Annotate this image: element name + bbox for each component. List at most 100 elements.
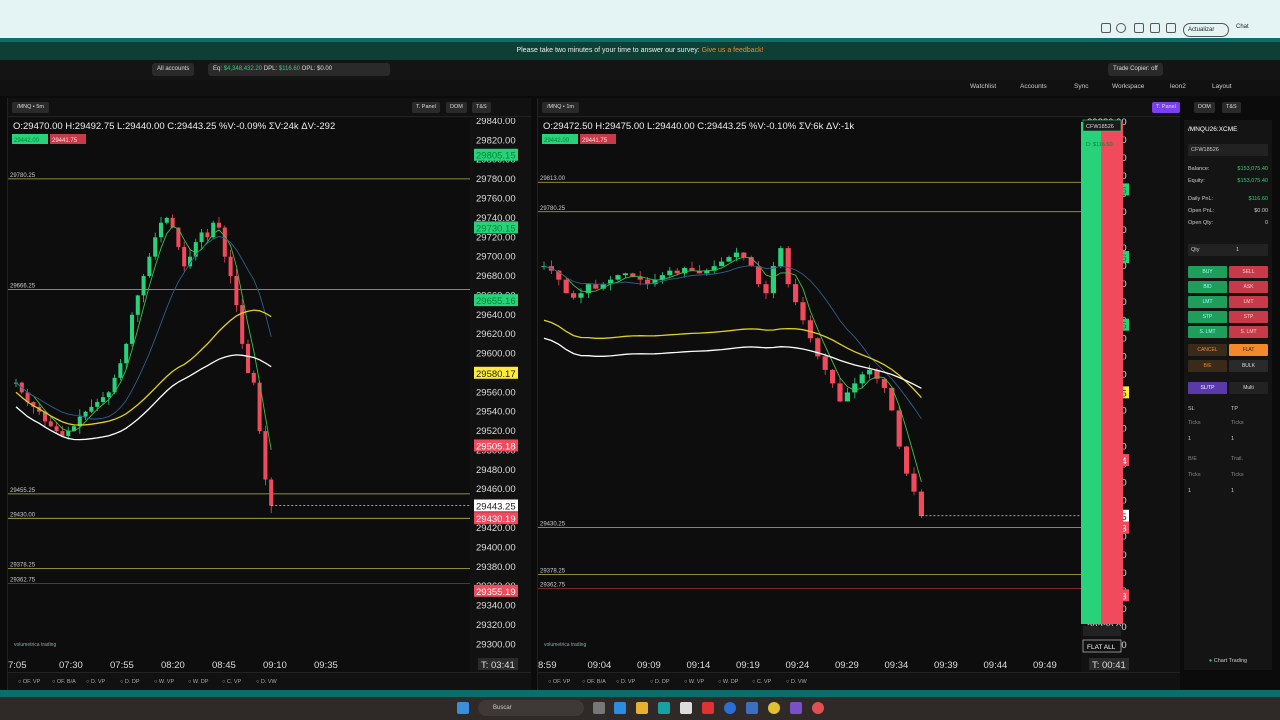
sync-button[interactable]: Sync — [1074, 83, 1088, 90]
bid-button[interactable]: BID — [1188, 281, 1227, 293]
study-toggle[interactable]: ○ D. DP — [650, 679, 670, 685]
buy-slmt-button[interactable]: S. LMT — [1188, 326, 1227, 338]
be-button[interactable]: B/E — [1188, 360, 1227, 372]
edge-icon[interactable] — [614, 702, 626, 714]
candle-body — [141, 276, 146, 296]
app-icon-red[interactable] — [702, 702, 714, 714]
chrome-icon[interactable] — [768, 702, 780, 714]
tpanel-button[interactable]: T. Panel — [1152, 102, 1180, 113]
app-icon-circle[interactable] — [812, 702, 824, 714]
task-view-icon[interactable] — [593, 702, 605, 714]
candle-body — [896, 410, 902, 447]
star-icon[interactable] — [1116, 23, 1126, 33]
accounts-button[interactable]: Accounts — [1020, 83, 1047, 90]
sl-tp-toggles: SL TP — [1188, 406, 1268, 412]
dpl-value: $116.60 — [278, 66, 300, 72]
windows-start-icon[interactable] — [457, 702, 469, 714]
buy-lmt-button[interactable]: LMT — [1188, 296, 1227, 308]
study-toggle[interactable]: ○ OF. VP — [18, 679, 40, 685]
qty-selector[interactable]: Qty 1 — [1188, 244, 1268, 256]
extension-icon[interactable] — [1134, 23, 1144, 33]
study-toggle[interactable]: ○ D. VW — [786, 679, 807, 685]
folder-icon[interactable] — [636, 702, 648, 714]
account-summary: Eq: $4,348,432.20 DPL: $116.60 OPL: $0.0… — [208, 63, 390, 76]
sell-stp-button[interactable]: STP — [1229, 311, 1268, 323]
reader-icon[interactable] — [1101, 23, 1111, 33]
ts-button[interactable]: T&S — [1222, 102, 1241, 113]
update-button[interactable]: Actualizar — [1183, 23, 1229, 37]
symbol-selector[interactable]: /MNQ • 5m — [12, 102, 49, 113]
buy-button[interactable]: BUY — [1188, 266, 1227, 278]
discord-icon[interactable] — [790, 702, 802, 714]
studies-bar: ○ OF. VP ○ OF. B/A ○ D. VP ○ D. DP ○ W. VP ○ … — [538, 672, 1180, 690]
edge-browser-icon[interactable] — [658, 702, 670, 714]
time-tick: 09:29 — [835, 660, 859, 671]
collections-icon[interactable] — [1166, 23, 1176, 33]
time-tick: 09:34 — [885, 660, 909, 671]
time-tick: 09:44 — [984, 660, 1008, 671]
candle-body — [726, 257, 732, 262]
study-toggle[interactable]: ○ D. VW — [256, 679, 277, 685]
multi-tab[interactable]: Multi — [1229, 382, 1268, 394]
chart-trading-toggle[interactable]: ● Chart Trading — [1188, 658, 1268, 664]
dom-button[interactable]: DOM — [1194, 102, 1215, 113]
candle-body — [904, 446, 910, 474]
ask-button[interactable]: ASK — [1229, 281, 1268, 293]
cancel-button[interactable]: CANCEL — [1188, 344, 1227, 356]
study-toggle[interactable]: ○ W. DP — [188, 679, 208, 685]
qty-value: 1 — [1236, 247, 1240, 253]
trade-copier[interactable]: Trade Copier: off — [1108, 63, 1163, 76]
tpanel-button[interactable]: T. Panel — [412, 102, 440, 113]
study-toggle[interactable]: ○ C. VP — [752, 679, 771, 685]
chat-button[interactable]: Chat — [1236, 24, 1249, 30]
ts-button[interactable]: T&S — [472, 102, 491, 113]
watchlist-button[interactable]: Watchlist — [970, 83, 996, 90]
dom-button[interactable]: DOM — [446, 102, 467, 113]
sltp-tab[interactable]: SL/TP — [1188, 382, 1227, 394]
price-chart[interactable]: 29813.00 29780.25 29430.25 29378.25 29362.75… — [538, 118, 1181, 672]
buy-stp-button[interactable]: STP — [1188, 311, 1227, 323]
study-toggle[interactable]: ○ OF. B/A — [582, 679, 606, 685]
help-icon[interactable] — [724, 702, 736, 714]
taskbar-search[interactable]: Buscar — [478, 700, 584, 716]
study-toggle[interactable]: ○ D. VP — [86, 679, 105, 685]
ticks-values[interactable]: 11 — [1188, 436, 1268, 442]
bid-tag: 29442.00 — [14, 138, 40, 144]
ticks-values-2[interactable]: 11 — [1188, 488, 1268, 494]
bulk-button[interactable]: BULK — [1229, 360, 1268, 372]
account-selector[interactable]: All accounts — [152, 63, 195, 76]
store-icon[interactable] — [680, 702, 692, 714]
price-chart[interactable]: 29780.25 29666.25 29455.25 29430.00 29378.25… — [8, 118, 532, 672]
study-toggle[interactable]: ○ D. VP — [616, 679, 635, 685]
sell-lmt-button[interactable]: LMT — [1229, 296, 1268, 308]
workspace-button[interactable]: Workspace — [1112, 83, 1144, 90]
panel-account-select[interactable]: CFW18526 — [1188, 144, 1268, 156]
study-toggle[interactable]: ○ OF. VP — [548, 679, 570, 685]
candle-body — [770, 266, 776, 294]
flat-button[interactable]: FLAT — [1229, 344, 1268, 356]
candle-body — [622, 273, 628, 276]
daily-pnl-value: $116.60 — [1248, 196, 1268, 202]
price-tick: 29640.00 — [476, 310, 516, 321]
candle-body — [859, 374, 865, 384]
level-label: 29378.25 — [10, 562, 36, 568]
study-toggle[interactable]: ○ W. VP — [684, 679, 704, 685]
study-toggle[interactable]: ○ D. DP — [120, 679, 140, 685]
layout-button[interactable]: Layout — [1212, 83, 1232, 90]
candle-body — [164, 217, 169, 223]
level-label: 29780.25 — [10, 173, 36, 179]
study-toggle[interactable]: ○ OF. B/A — [52, 679, 76, 685]
study-toggle[interactable]: ○ W. DP — [718, 679, 738, 685]
candle-body — [578, 293, 584, 298]
symbol-selector[interactable]: /MNQ • 1m — [542, 102, 579, 113]
open-pnl-value: $0.00 — [1254, 208, 1268, 214]
app-icon-blue[interactable] — [746, 702, 758, 714]
user-button[interactable]: leon2 — [1170, 83, 1186, 90]
sell-slmt-button[interactable]: S. LMT — [1229, 326, 1268, 338]
survey-link[interactable]: Give us a feedback! — [702, 47, 764, 54]
level-label: 29780.25 — [540, 206, 566, 212]
favorites-icon[interactable] — [1150, 23, 1160, 33]
study-toggle[interactable]: ○ W. VP — [154, 679, 174, 685]
sell-button[interactable]: SELL — [1229, 266, 1268, 278]
study-toggle[interactable]: ○ C. VP — [222, 679, 241, 685]
